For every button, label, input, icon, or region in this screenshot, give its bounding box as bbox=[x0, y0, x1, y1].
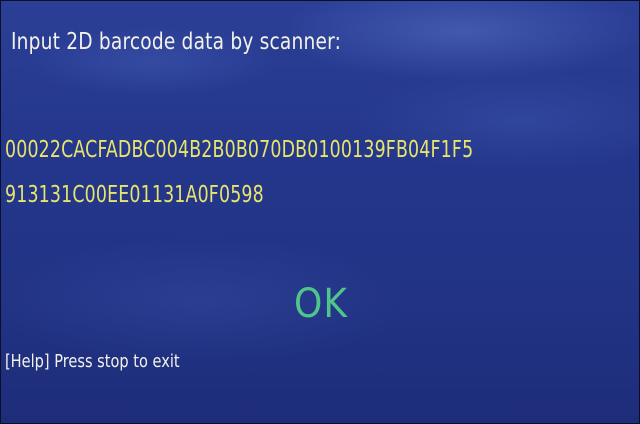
help-text: [Help] Press stop to exit bbox=[5, 351, 180, 372]
scanner-screen: Input 2D barcode data by scanner: 00022C… bbox=[0, 0, 640, 424]
barcode-data-line-2: 913131C00EE01131A0F0598 bbox=[5, 182, 264, 208]
barcode-data-line-1: 00022CACFADBC004B2B0B070DB0100139FB04F1F… bbox=[5, 137, 474, 163]
scan-status: OK bbox=[294, 281, 348, 327]
scan-prompt: Input 2D barcode data by scanner: bbox=[11, 29, 342, 55]
